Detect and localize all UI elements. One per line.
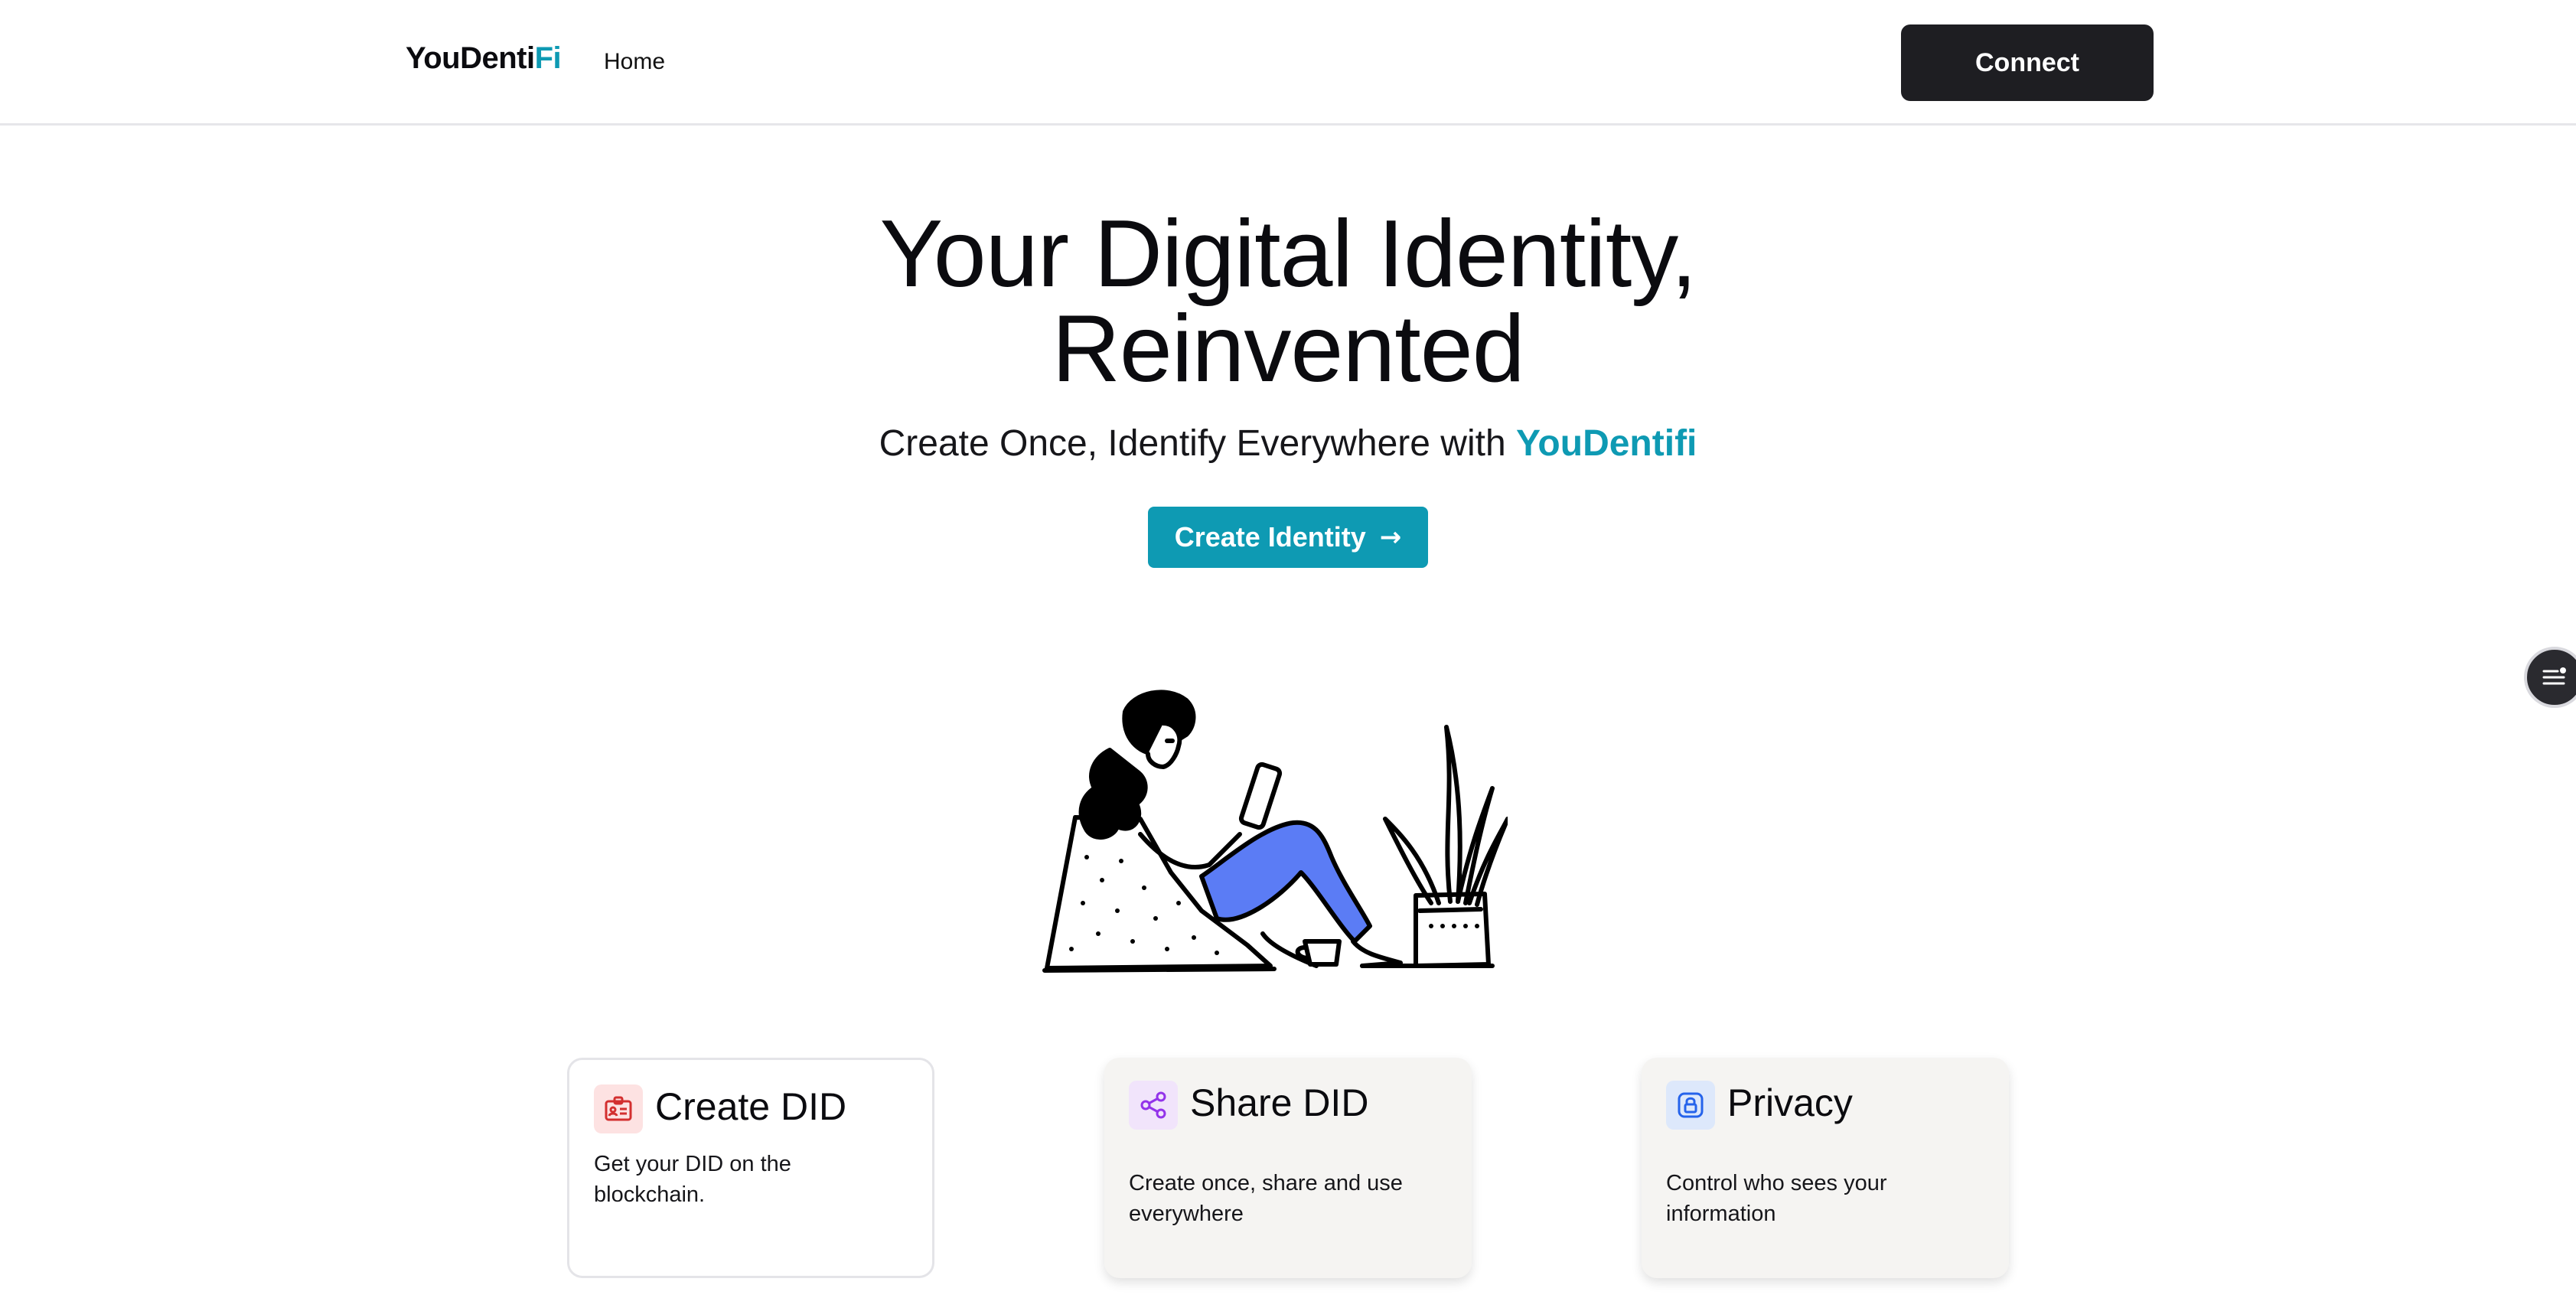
- top-navbar: YouDentiFi Home Connect: [0, 0, 2576, 126]
- feature-title: Privacy: [1727, 1081, 1853, 1124]
- connect-button[interactable]: Connect: [1901, 24, 2154, 101]
- feature-description: Control who sees your information: [1666, 1171, 1887, 1226]
- feature-description: Create once, share and use everywhere: [1129, 1171, 1403, 1226]
- arrow-right-icon: →: [1379, 522, 1402, 553]
- feature-card-create-did[interactable]: Create DID Get your DID on the blockchai…: [567, 1058, 934, 1278]
- brand-logo[interactable]: YouDentiFi: [406, 41, 562, 76]
- hero-subtitle-text: Create Once, Identify Everywhere with: [879, 423, 1516, 464]
- feature-card-share-did[interactable]: Share DID Create once, share and use eve…: [1104, 1058, 1472, 1278]
- hero-title-line-1: Your Digital Identity,: [879, 201, 1697, 307]
- hero-title-line-2: Reinvented: [1052, 296, 1524, 402]
- feature-description: Get your DID on the blockchain.: [594, 1152, 791, 1207]
- hero-subtitle-brand: YouDentifi: [1515, 423, 1697, 464]
- settings-fab[interactable]: [2524, 647, 2576, 708]
- hero-subtitle: Create Once, Identify Everywhere with Yo…: [0, 422, 2576, 465]
- brand-name: YouDenti: [406, 41, 535, 75]
- reading-person-illustration: [1042, 690, 1508, 973]
- id-card-icon: [594, 1084, 643, 1133]
- feature-card-privacy[interactable]: Privacy Control who sees your informatio…: [1642, 1058, 2009, 1278]
- nav-link-home[interactable]: Home: [604, 49, 665, 75]
- brand-name-accent: Fi: [534, 41, 562, 75]
- create-identity-label: Create Identity: [1174, 521, 1366, 553]
- feature-title: Create DID: [655, 1085, 847, 1128]
- create-identity-button[interactable]: Create Identity →: [1148, 507, 1428, 568]
- menu-lines-icon: [2542, 667, 2566, 685]
- share-icon: [1129, 1081, 1178, 1130]
- hero-title: Your Digital Identity, Reinvented: [0, 207, 2576, 396]
- lock-icon: [1666, 1081, 1715, 1130]
- feature-title: Share DID: [1190, 1081, 1369, 1124]
